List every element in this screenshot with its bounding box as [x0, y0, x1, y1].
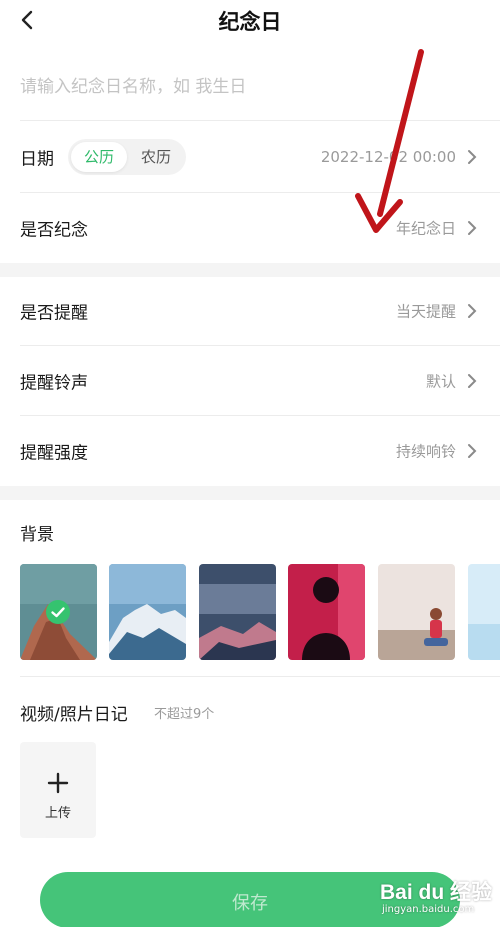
date-row[interactable]: 日期 公历 农历 2022-12-02 00:00: [0, 122, 500, 192]
background-thumbnail-mountain-peak[interactable]: [20, 564, 97, 660]
chevron-right-icon: [466, 302, 478, 320]
chevron-right-icon: [466, 148, 478, 166]
section-separator: [0, 486, 500, 500]
watermark-url: jingyan.baidu.com: [382, 904, 475, 915]
date-value: 2022-12-02 00:00: [320, 148, 456, 166]
chevron-right-icon: [466, 372, 478, 390]
intensity-value: 持续响铃: [395, 442, 456, 461]
intensity-row[interactable]: 提醒强度 持续响铃: [0, 416, 500, 486]
watermark-brand: Bai du 经验: [380, 881, 493, 904]
divider: [20, 120, 500, 121]
anniversary-name-input[interactable]: [20, 70, 480, 104]
reminder-value: 当天提醒: [395, 302, 456, 321]
background-thumbnail-sky-partial[interactable]: [468, 564, 500, 660]
background-thumbnail-snowy-range[interactable]: [109, 564, 186, 660]
header-bar: 纪念日: [0, 0, 500, 44]
background-thumbnail-neon-silhouette[interactable]: [288, 564, 365, 660]
ringtone-row[interactable]: 提醒铃声 默认: [0, 346, 500, 416]
selected-check-icon: [46, 600, 70, 624]
baidu-watermark: Bai du 经验 jingyan.baidu.com: [380, 876, 498, 924]
page-title: 纪念日: [218, 10, 282, 34]
calendar-option-lunar[interactable]: 农历: [128, 142, 184, 172]
upload-button[interactable]: 上传: [20, 742, 96, 838]
background-thumbnail-cloudy-mountain[interactable]: [199, 564, 276, 660]
diary-title: 视频/照片日记: [20, 705, 128, 725]
intensity-label: 提醒强度: [20, 443, 88, 464]
reminder-row[interactable]: 是否提醒 当天提醒: [0, 276, 500, 346]
divider: [20, 676, 500, 677]
calendar-option-solar[interactable]: 公历: [71, 142, 127, 172]
date-label: 日期: [20, 149, 54, 170]
background-title: 背景: [20, 525, 54, 545]
ringtone-value: 默认: [425, 372, 456, 391]
diary-limit-hint: 不超过9个: [154, 707, 215, 722]
plus-icon: [47, 772, 69, 794]
ringtone-label: 提醒铃声: [20, 373, 88, 394]
background-thumbnail-girl-seaside[interactable]: [378, 564, 455, 660]
section-separator: [0, 263, 500, 277]
background-thumbnails: [20, 564, 500, 660]
commemorate-label: 是否纪念: [20, 220, 88, 241]
chevron-right-icon: [466, 442, 478, 460]
calendar-toggle: 公历 农历: [68, 139, 186, 175]
upload-label: 上传: [44, 806, 71, 821]
commemorate-row[interactable]: 是否纪念 年纪念日: [0, 193, 500, 263]
commemorate-value: 年纪念日: [395, 219, 456, 238]
chevron-right-icon: [466, 219, 478, 237]
reminder-label: 是否提醒: [20, 303, 88, 324]
